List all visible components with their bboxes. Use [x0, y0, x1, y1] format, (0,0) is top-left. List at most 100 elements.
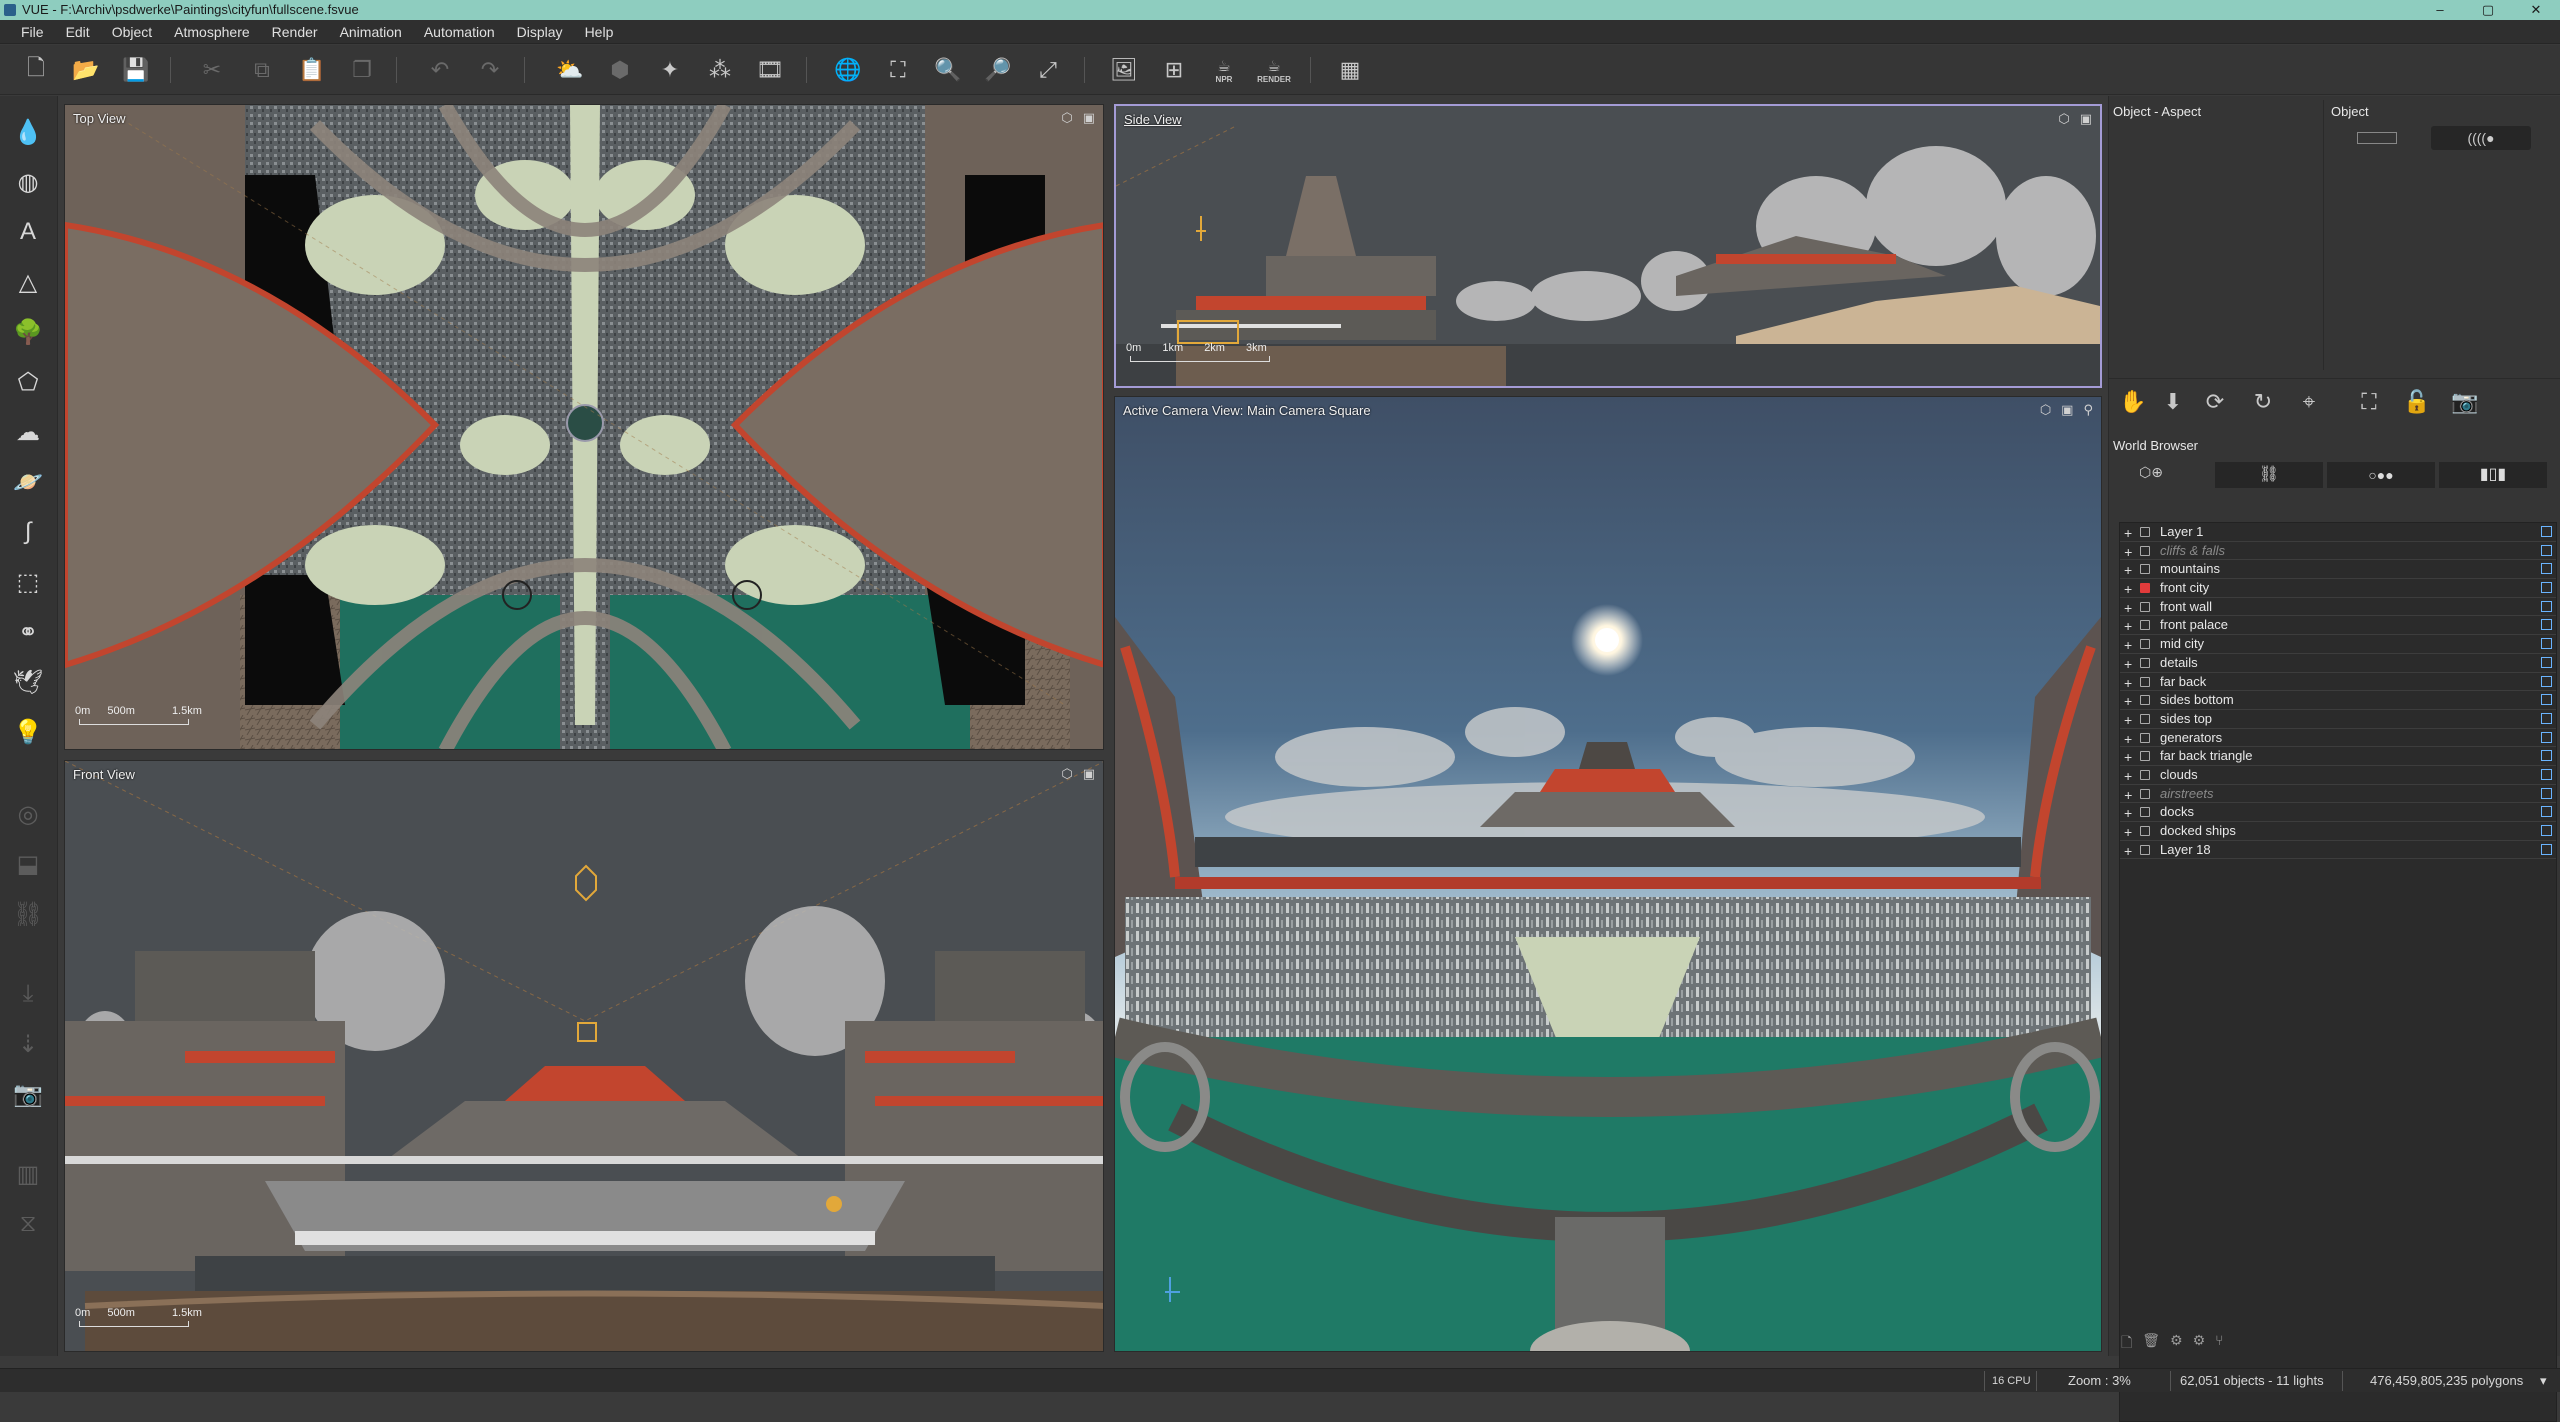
layer-visibility-icon[interactable]: [2541, 750, 2552, 762]
layer-lock-icon[interactable]: [2140, 807, 2150, 818]
align-icon[interactable]: ▥: [10, 1156, 46, 1192]
menu-render[interactable]: Render: [261, 24, 329, 40]
layer-lock-icon[interactable]: [2140, 527, 2150, 537]
layer-options-icon[interactable]: ⚙: [2193, 1332, 2206, 1356]
layer-visibility-icon[interactable]: [2541, 712, 2552, 724]
settings-gear-icon[interactable]: ⚙: [2170, 1332, 2183, 1356]
wand-icon[interactable]: ✦: [654, 54, 686, 86]
fit-view-icon[interactable]: ⤢: [1032, 54, 1064, 86]
front-view-viewport[interactable]: Front View ⬡ ▣ 0m 500m 1.5km: [64, 760, 1104, 1352]
drop-to-ground-icon[interactable]: ⤓: [10, 976, 46, 1012]
materials-tab-icon[interactable]: ○●●: [2327, 462, 2435, 488]
expand-plus-icon[interactable]: +: [2124, 748, 2132, 766]
zoom-out-icon[interactable]: 🔎: [982, 54, 1014, 86]
camera-bird-icon[interactable]: 🕊: [10, 664, 46, 700]
close-button[interactable]: ✕: [2512, 0, 2560, 20]
maximize-button[interactable]: ▢: [2464, 0, 2512, 20]
metablob-icon[interactable]: ⬓: [10, 846, 46, 882]
maximize-view-icon[interactable]: ▣: [1083, 110, 1095, 126]
light-bulb-icon[interactable]: 💡: [10, 714, 46, 750]
view-cube-icon[interactable]: ⬡: [2058, 111, 2069, 127]
layer-visibility-icon[interactable]: [2541, 768, 2552, 780]
expand-plus-icon[interactable]: +: [2124, 524, 2132, 542]
open-folder-icon[interactable]: 📂: [70, 54, 102, 86]
delete-layer-icon[interactable]: 🗑: [2142, 1332, 2160, 1356]
layer-visibility-icon[interactable]: [2541, 619, 2552, 631]
layer-lock-icon[interactable]: [2140, 564, 2150, 575]
expand-plus-icon[interactable]: +: [2124, 617, 2132, 635]
sphere-primitive-icon[interactable]: ◍: [10, 164, 46, 200]
layout-icon[interactable]: ▦: [1334, 54, 1366, 86]
view-cube-icon[interactable]: ⬡: [1061, 766, 1072, 782]
mirror-icon[interactable]: ⧖: [10, 1206, 46, 1242]
layer-lock-icon[interactable]: [2140, 713, 2150, 724]
layer-visibility-icon[interactable]: [2541, 825, 2552, 836]
menu-animation[interactable]: Animation: [329, 24, 413, 40]
menu-file[interactable]: File: [10, 24, 55, 40]
layer-row[interactable]: + far back: [2120, 673, 2556, 692]
layer-lock-icon[interactable]: [2140, 844, 2150, 855]
rotate-alt-icon[interactable]: ↻: [2247, 386, 2279, 418]
menu-display[interactable]: Display: [506, 24, 574, 40]
new-file-icon[interactable]: 🗋: [20, 54, 52, 86]
text-object-icon[interactable]: A: [10, 214, 46, 250]
hierarchy-icon[interactable]: ⑂: [2215, 1332, 2223, 1356]
view-cube-icon[interactable]: ⬡: [2040, 402, 2051, 418]
layer-lock-icon[interactable]: [2140, 545, 2150, 556]
layer-visibility-icon[interactable]: [2541, 656, 2552, 668]
paste-icon[interactable]: 📋: [296, 54, 328, 86]
material-icon[interactable]: ⬢: [604, 54, 636, 86]
zoom-in-icon[interactable]: 🔍: [932, 54, 964, 86]
material-preview-icon[interactable]: ((((●: [2431, 126, 2531, 150]
layer-row[interactable]: + clouds: [2120, 766, 2556, 785]
cut-icon[interactable]: ✂: [196, 54, 228, 86]
camera-icon[interactable]: 📷: [2449, 386, 2481, 418]
layer-visibility-icon[interactable]: [2541, 563, 2552, 575]
expand-plus-icon[interactable]: +: [2124, 823, 2132, 841]
camera-lock-icon[interactable]: ⚲: [2083, 402, 2093, 418]
layer-visibility-icon[interactable]: [2541, 638, 2552, 650]
terrain-icon[interactable]: △: [10, 264, 46, 300]
layer-row[interactable]: + front city: [2120, 579, 2556, 598]
library-tab-icon[interactable]: ▮▯▮: [2439, 462, 2547, 488]
layer-lock-icon[interactable]: [2140, 788, 2150, 799]
expand-plus-icon[interactable]: +: [2124, 655, 2132, 673]
expand-plus-icon[interactable]: +: [2124, 767, 2132, 785]
layer-visibility-icon[interactable]: [2541, 544, 2552, 556]
layer-row[interactable]: + Layer 18: [2120, 841, 2556, 860]
atmosphere-editor-icon[interactable]: ⛅: [554, 54, 586, 86]
layer-visibility-icon[interactable]: [2541, 806, 2552, 818]
drop-arrow-icon[interactable]: ⬇: [2157, 386, 2189, 418]
snapshot-icon[interactable]: 📷: [10, 1076, 46, 1112]
top-view-viewport[interactable]: Top View ⬡ ▣ 0m 500m 1.5km: [64, 104, 1104, 750]
redo-icon[interactable]: ↷: [474, 54, 506, 86]
links-tab-icon[interactable]: ⛓: [2215, 462, 2323, 488]
layer-lock-icon[interactable]: [2140, 657, 2150, 668]
plant-icon[interactable]: 🌳: [10, 314, 46, 350]
layer-lock-icon[interactable]: [2140, 639, 2150, 650]
layer-visibility-icon[interactable]: [2541, 675, 2552, 687]
layer-lock-icon[interactable]: [2140, 751, 2150, 762]
menu-edit[interactable]: Edit: [55, 24, 101, 40]
undo-icon[interactable]: ↶: [424, 54, 456, 86]
layer-visibility-icon[interactable]: [2541, 582, 2552, 594]
maximize-view-icon[interactable]: ▣: [2061, 402, 2073, 418]
layer-row[interactable]: + generators: [2120, 729, 2556, 748]
render-area-icon[interactable]: 🖼: [1108, 54, 1140, 86]
layer-visibility-icon[interactable]: [2541, 694, 2552, 706]
model-cube-icon[interactable]: ⬚: [10, 564, 46, 600]
layer-lock-icon[interactable]: [2140, 695, 2150, 706]
expand-plus-icon[interactable]: +: [2124, 842, 2132, 860]
path-icon[interactable]: ∫: [10, 514, 46, 550]
expand-plus-icon[interactable]: +: [2124, 692, 2132, 710]
layer-row[interactable]: + airstreets: [2120, 785, 2556, 804]
layer-lock-icon[interactable]: [2140, 601, 2150, 612]
side-view-viewport[interactable]: Side View ⬡ ▣ 0m 1km 2km 3km: [1114, 104, 2102, 388]
water-drop-icon[interactable]: 💧: [10, 114, 46, 150]
status-dropdown-icon[interactable]: ▾: [2540, 1373, 2547, 1389]
layer-lock-icon[interactable]: [2140, 583, 2150, 594]
drop-align-icon[interactable]: ⇣: [10, 1026, 46, 1062]
film-icon[interactable]: 🎞: [754, 54, 786, 86]
expand-plus-icon[interactable]: +: [2124, 786, 2132, 804]
layer-visibility-icon[interactable]: [2541, 843, 2552, 855]
